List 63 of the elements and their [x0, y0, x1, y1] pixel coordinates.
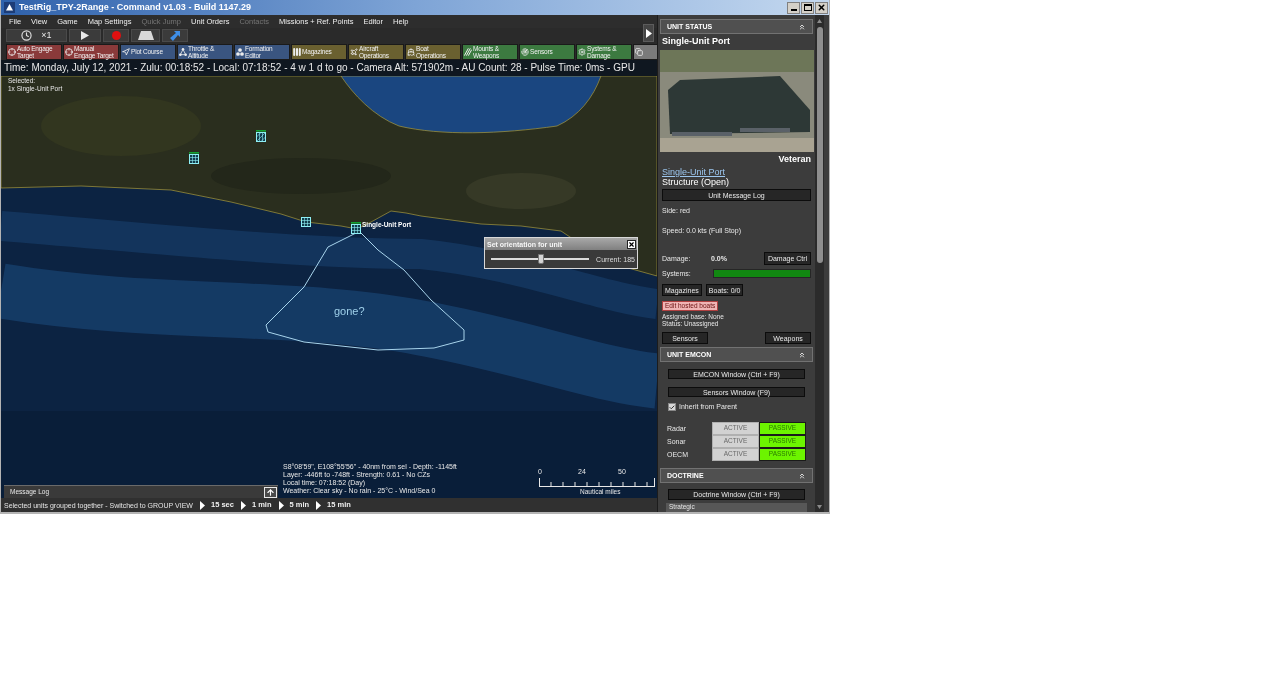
time-compression-button[interactable]: ×1 [6, 29, 67, 42]
unit-marker-icon[interactable] [189, 152, 199, 164]
clock-icon [21, 30, 33, 41]
plane-icon [350, 47, 358, 56]
scroll-up-icon[interactable] [817, 19, 823, 23]
play-icon [316, 500, 322, 510]
view-button[interactable] [131, 29, 160, 42]
crosshair-icon [65, 47, 73, 56]
circles-icon [236, 47, 244, 56]
record-icon [111, 31, 121, 40]
play-icon [240, 500, 246, 510]
scrollbar-thumb[interactable] [816, 27, 823, 263]
close-icon [628, 240, 635, 248]
slash-lines-icon [464, 47, 472, 56]
expand-log-button[interactable] [264, 486, 277, 498]
unit-rating: Veteran [777, 154, 813, 165]
collapse-icon[interactable] [798, 22, 807, 31]
window-title: TestRig_TPY-2Range - Command v1.03 - Build 1147.29 [19, 3, 251, 12]
app-icon [4, 2, 15, 13]
arrow-icon [170, 30, 180, 41]
cursor-button[interactable] [162, 29, 188, 42]
unit-marker-icon[interactable] [256, 130, 266, 142]
radar-icon [521, 47, 529, 56]
unit-marker-icon[interactable] [351, 222, 361, 234]
map-drawing[interactable] [1, 76, 657, 498]
check-icon [669, 403, 675, 411]
minimize-icon [790, 8, 797, 11]
map-note: gone? [334, 305, 365, 317]
gear-icon [578, 47, 586, 56]
slider-thumb[interactable] [537, 254, 544, 264]
scale-ruler-icon [539, 478, 655, 487]
collapse-icon[interactable] [798, 471, 807, 480]
ship-icon [407, 47, 415, 56]
unit-link[interactable]: Single-Unit Port [662, 167, 726, 177]
zone-outline[interactable] [265, 232, 465, 351]
trapezoid-icon [137, 31, 154, 40]
arrow-up-icon [266, 487, 275, 497]
collapse-icon[interactable] [798, 350, 807, 359]
checkbox[interactable] [668, 403, 676, 411]
close-icon [817, 3, 826, 12]
close-button[interactable] [627, 239, 636, 249]
scrollbar[interactable] [815, 15, 824, 512]
pages-icon [635, 47, 643, 56]
crosshair-icon [8, 47, 16, 56]
unit-marker-icon[interactable] [301, 217, 311, 227]
maximize-button[interactable] [801, 1, 814, 14]
navigation-arrow-icon [122, 47, 130, 56]
slider-track[interactable] [491, 254, 589, 264]
minimize-button[interactable] [787, 1, 800, 14]
play-icon [278, 500, 284, 510]
play-button[interactable] [69, 29, 101, 42]
maximize-icon [803, 4, 812, 11]
play-icon [81, 31, 89, 40]
play-icon [199, 500, 205, 510]
bullets-icon [293, 47, 301, 56]
unit-type: Structure (Open) [661, 177, 731, 187]
expand-panel-button[interactable] [643, 24, 654, 42]
close-button[interactable] [815, 1, 828, 14]
play-icon [645, 28, 652, 38]
triangle-dots-icon [179, 47, 187, 56]
info-text: Time: Monday, July 12, 2021 - Zulu: 00:18:52 - Local: 07:18:52 - 4 w 1 d to go - Camera Alt: 571902m - AU Count: 28 - Pulse Time: 0ms - GPU [4, 63, 635, 73]
unit-name: Single-Unit Port [661, 36, 731, 47]
scroll-down-icon[interactable] [817, 505, 823, 509]
